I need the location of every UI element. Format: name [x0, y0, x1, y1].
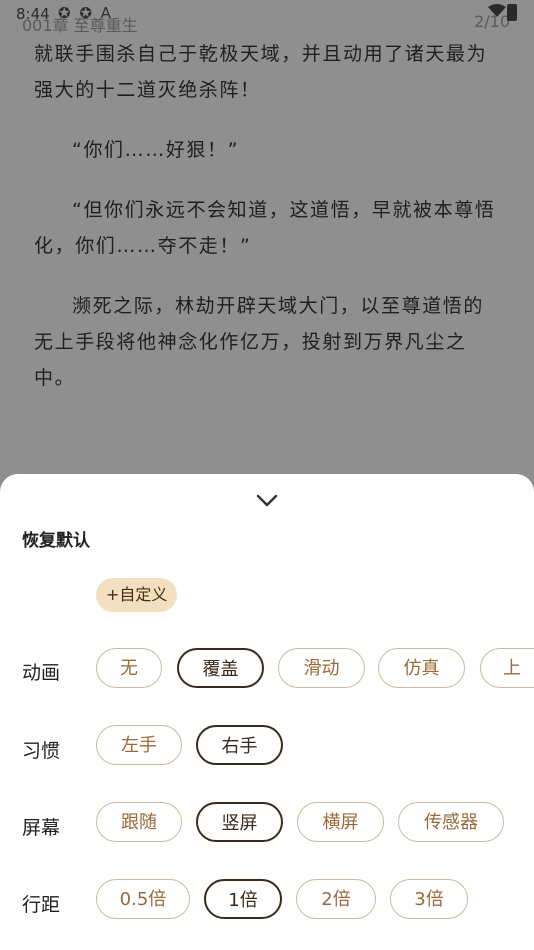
wifi-icon	[488, 4, 506, 17]
line-spacing-option-1x[interactable]: 1倍	[204, 879, 282, 919]
habit-option-left-hand[interactable]: 左手	[96, 725, 182, 765]
paragraph: 濒死之际，林劫开辟天域大门，以至尊道悟的无上手段将他神念化作亿万，投射到万界凡尘…	[34, 295, 485, 389]
animation-option-slide[interactable]: 滑动	[278, 648, 365, 688]
animation-label: 动画	[22, 662, 61, 684]
animation-option-up[interactable]: 上	[480, 648, 534, 688]
page-settings-sheet: 恢复默认 +自定义 动画 无 覆盖 滑动 仿真 上 习惯 左手 右手 屏幕 跟随…	[0, 474, 534, 950]
line-spacing-option-3x[interactable]: 3倍	[390, 879, 468, 919]
paragraph: 就联手围杀自己于乾极天域，并且动用了诸天最为强大的十二道灭绝杀阵！	[34, 43, 488, 101]
screen-option-landscape[interactable]: 横屏	[297, 802, 384, 842]
animation-option-cover[interactable]: 覆盖	[177, 648, 264, 688]
line-spacing-label: 行距	[22, 894, 61, 916]
reader-content[interactable]: 就联手围杀自己于乾极天域，并且动用了诸天最为强大的十二道灭绝杀阵！ “你们……好…	[34, 36, 504, 420]
habit-options: 左手 右手	[96, 725, 534, 769]
line-spacing-options: 0.5倍 1倍 2倍 3倍	[96, 879, 534, 923]
line-spacing-option-2x[interactable]: 2倍	[296, 879, 376, 919]
chevron-down-icon[interactable]	[252, 488, 282, 514]
paragraph: “但你们永远不会知道，这道悟，早就被本尊悟化，你们……夺不走！”	[34, 199, 496, 257]
habit-option-right-hand[interactable]: 右手	[196, 725, 283, 765]
line-spacing-option-0-5x[interactable]: 0.5倍	[96, 879, 190, 919]
screen-options: 跟随 竖屏 横屏 传感器	[96, 802, 534, 846]
custom-button[interactable]: +自定义	[96, 578, 178, 612]
reset-default-button[interactable]: 恢复默认	[22, 526, 90, 551]
animation-option-simulation[interactable]: 仿真	[378, 648, 465, 688]
battery-icon	[507, 4, 517, 21]
habit-label: 习惯	[22, 740, 61, 762]
reader-screen: 8:44 ✪ ✪ A 001章 至尊重生 2/10 就联手围杀自己于乾极天域，并…	[0, 0, 534, 950]
animation-option-none[interactable]: 无	[96, 648, 162, 688]
screen-option-sensor[interactable]: 传感器	[398, 802, 504, 842]
status-bar: 8:44 ✪ ✪ A 001章 至尊重生 2/10	[0, 0, 534, 35]
paragraph: “你们……好狠！”	[72, 139, 240, 161]
screen-label: 屏幕	[22, 817, 61, 839]
chapter-title: 001章 至尊重生	[22, 16, 138, 35]
screen-option-follow[interactable]: 跟随	[96, 802, 182, 842]
animation-options: 无 覆盖 滑动 仿真 上	[96, 648, 534, 692]
screen-option-portrait[interactable]: 竖屏	[196, 802, 283, 842]
